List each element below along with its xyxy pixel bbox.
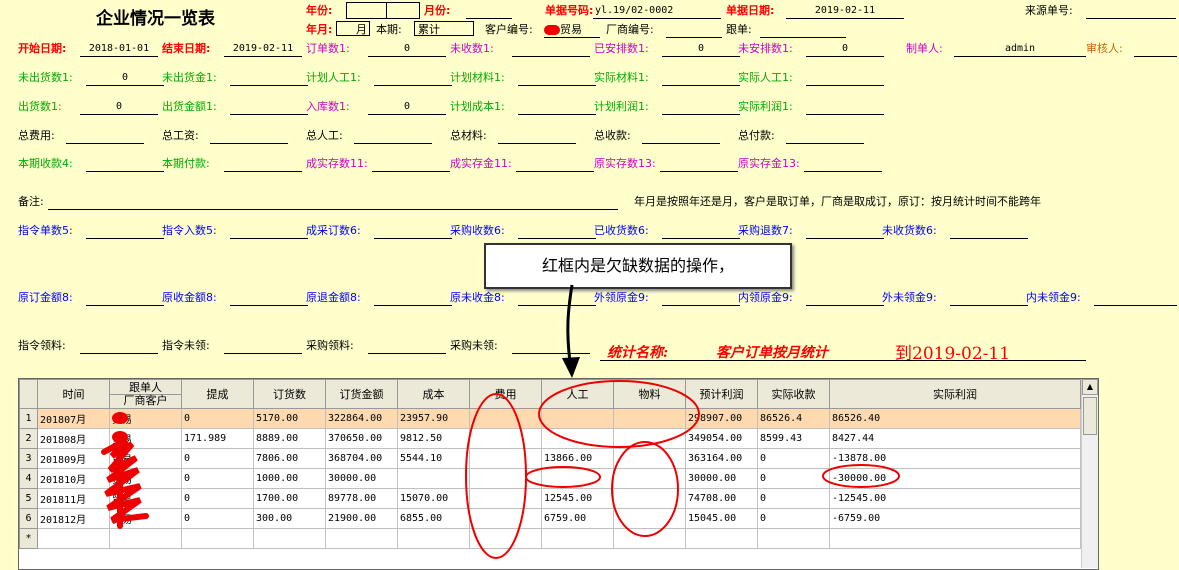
annotation-overlay — [101, 284, 900, 559]
red-circle-profit-row4 — [822, 464, 900, 488]
red-dot-row2 — [112, 431, 128, 443]
red-dot-row1 — [112, 412, 128, 424]
arrow-head-icon — [562, 357, 580, 378]
red-circle-labor-row4 — [525, 466, 601, 488]
red-circle-material — [611, 441, 679, 537]
red-circle-labor — [538, 380, 700, 448]
report-window: { "title": "企业情况一览表", "header": { "year_… — [0, 0, 1179, 570]
red-scribble-redaction — [101, 433, 149, 529]
red-circle-expense — [465, 393, 527, 559]
arrow-shaft — [566, 284, 574, 363]
